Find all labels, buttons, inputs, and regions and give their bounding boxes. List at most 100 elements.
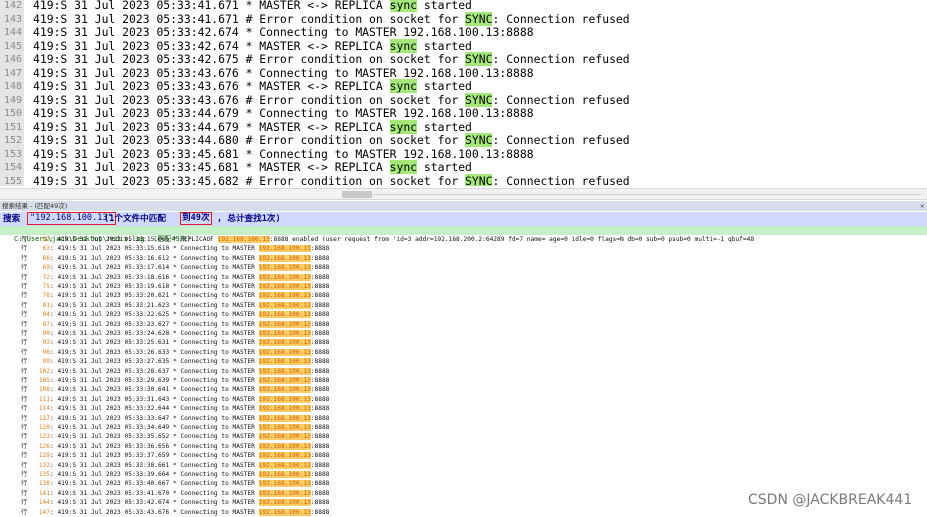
result-row[interactable]: 行 105: 419:S 31 Jul 2023 05:33:29.639 * C… — [0, 376, 927, 385]
result-row[interactable]: 行 114: 419:S 31 Jul 2023 05:33:32.644 * C… — [0, 404, 927, 413]
result-timestamp: 05:33:27.635 — [124, 358, 170, 366]
result-port: :8888 — [310, 508, 330, 516]
row-marker: 行 — [21, 499, 28, 507]
line-number: 142 — [0, 0, 24, 13]
result-row[interactable]: 行 102: 419:S 31 Jul 2023 05:33:28.637 * C… — [0, 367, 927, 376]
scrollbar-track — [373, 194, 921, 195]
result-line-number: 81 — [42, 301, 50, 309]
result-row[interactable]: 行 63: 419:S 31 Jul 2023 05:33:15.610 * Co… — [0, 244, 927, 253]
ip-highlight: 192.168.100.13 — [258, 358, 311, 366]
search-summary[interactable]: 搜索 "192.168.100.13" (1个文件中匹配 到49次 , 总计查找… — [0, 212, 927, 226]
result-port: :8888 — [310, 405, 330, 413]
result-message: * Connecting to MASTER — [169, 273, 259, 281]
result-timestamp: 05:33:34.649 — [124, 424, 170, 431]
row-marker: 行 — [21, 245, 28, 253]
result-row[interactable]: 行 126: 419:S 31 Jul 2023 05:33:36.656 * C… — [0, 442, 927, 451]
result-line-number: 78 — [42, 292, 50, 300]
result-line-number: 129 — [38, 452, 50, 460]
result-text: : 419:S 31 Jul 2023 05:33:32.644 * Conne… — [50, 404, 329, 413]
result-message: * Connecting to MASTER — [169, 320, 259, 328]
editor-line[interactable]: 153 419:S 31 Jul 2023 05:33:45.681 * Conn… — [0, 147, 927, 161]
result-row[interactable]: 行 78: 419:S 31 Jul 2023 05:33:20.621 * Co… — [0, 291, 927, 300]
row-marker: 行 — [21, 395, 28, 403]
result-timestamp: 05:33:22.625 — [124, 311, 170, 319]
result-row[interactable]: 行 93: 419:S 31 Jul 2023 05:33:25.631 * Co… — [0, 338, 927, 347]
result-text: : 419:S 31 Jul 2023 05:33:39.664 * Conne… — [50, 470, 329, 479]
result-row[interactable]: 行 147: 419:S 31 Jul 2023 05:33:43.676 * C… — [0, 508, 927, 517]
result-row[interactable]: 行 135: 419:S 31 Jul 2023 05:33:39.664 * C… — [0, 470, 927, 479]
result-row[interactable]: 行 66: 419:S 31 Jul 2023 05:33:16.612 * Co… — [0, 254, 927, 263]
result-line-number: 144 — [38, 499, 50, 507]
editor-line[interactable]: 143 419:S 31 Jul 2023 05:33:41.671 # Erro… — [0, 11, 927, 26]
result-line-number: 105 — [38, 377, 50, 384]
line-text: 419:S 31 Jul 2023 05:33:43.676 # Error c… — [33, 92, 630, 108]
result-message: * Connecting to MASTER — [169, 292, 259, 300]
scrollbar-thumb[interactable] — [342, 191, 372, 198]
result-row[interactable]: 行 87: 419:S 31 Jul 2023 05:33:23.627 * Co… — [0, 320, 927, 329]
line-text-end: started — [417, 79, 472, 93]
search-results-pane[interactable]: 搜索结果 - (匹配49次) × 搜索 "192.168.100.13" (1个… — [0, 201, 927, 517]
result-row[interactable]: 行 123: 419:S 31 Jul 2023 05:33:35.652 * C… — [0, 432, 927, 441]
line-text-start: 419:S 31 Jul 2023 05:33:41.671 * MASTER … — [33, 0, 390, 12]
row-marker: 行 — [21, 301, 28, 309]
result-file-line[interactable]: C:\Users\jack\Desktop\redis.log (匹配49次) — [0, 226, 927, 243]
editor-line[interactable]: 149 419:S 31 Jul 2023 05:33:43.676 # Erro… — [0, 92, 927, 108]
result-text: : 419:S 31 Jul 2023 05:33:29.639 * Conne… — [50, 376, 329, 385]
line-text: 419:S 31 Jul 2023 05:33:43.676 * Connect… — [33, 66, 534, 81]
editor-line[interactable]: 151 419:S 31 Jul 2023 05:33:44.679 * MAST… — [0, 119, 927, 134]
row-marker: 行 — [21, 358, 28, 366]
result-text: : 419:S 31 Jul 2023 05:33:31.643 * Conne… — [50, 395, 329, 404]
result-row[interactable]: 行 108: 419:S 31 Jul 2023 05:33:30.641 * C… — [0, 385, 927, 394]
editor-line[interactable]: 152 419:S 31 Jul 2023 05:33:44.680 # Erro… — [0, 133, 927, 148]
horizontal-scrollbar[interactable] — [0, 188, 927, 200]
result-row[interactable]: 行 72: 419:S 31 Jul 2023 05:33:18.616 * Co… — [0, 273, 927, 282]
result-row[interactable]: 行 117: 419:S 31 Jul 2023 05:33:33.647 * C… — [0, 414, 927, 423]
result-row[interactable]: 行 132: 419:S 31 Jul 2023 05:33:38.661 * C… — [0, 461, 927, 470]
row-marker: 行 — [21, 348, 28, 356]
ip-highlight: 192.168.100.13 — [258, 414, 311, 422]
editor-pane[interactable]: 142 419:S 31 Jul 2023 05:33:41.671 * MAST… — [0, 0, 927, 186]
result-text: : 419:S 31 Jul 2023 05:33:41.670 * Conne… — [50, 489, 329, 498]
result-timestamp: 05:33:24.628 — [124, 330, 170, 337]
line-text: 419:S 31 Jul 2023 05:33:45.681 * MASTER … — [33, 160, 472, 175]
row-marker: 行 — [21, 405, 28, 413]
result-line-number: 72 — [42, 273, 50, 281]
result-port: :8888 — [310, 320, 330, 328]
close-icon[interactable]: × — [920, 201, 925, 211]
editor-line[interactable]: 146 419:S 31 Jul 2023 05:33:42.675 # Erro… — [0, 52, 927, 67]
editor-line[interactable]: 145 419:S 31 Jul 2023 05:33:42.674 * MAST… — [0, 38, 927, 53]
result-row[interactable]: 行 120: 419:S 31 Jul 2023 05:33:34.649 * C… — [0, 423, 927, 432]
result-port: :8888 — [310, 471, 330, 478]
result-row[interactable]: 行 81: 419:S 31 Jul 2023 05:33:21.623 * Co… — [0, 301, 927, 310]
search-label: 搜索 — [3, 214, 21, 224]
result-prefix: : 419:S 31 Jul 2023 05:33:15.065 * REPLI… — [50, 236, 218, 243]
ip-highlight: 192.168.100.13 — [258, 480, 311, 488]
result-message: * Connecting to MASTER — [169, 330, 259, 337]
editor-line[interactable]: 144 419:S 31 Jul 2023 05:33:42.674 * Conn… — [0, 25, 927, 40]
result-row[interactable]: 行 90: 419:S 31 Jul 2023 05:33:24.628 * Co… — [0, 329, 927, 338]
result-row[interactable]: 行 84: 419:S 31 Jul 2023 05:33:22.625 * Co… — [0, 310, 927, 319]
editor-line[interactable]: 155 419:S 31 Jul 2023 05:33:45.682 # Erro… — [0, 173, 927, 186]
result-row[interactable]: 行 96: 419:S 31 Jul 2023 05:33:26.633 * Co… — [0, 348, 927, 357]
result-row[interactable]: 行 138: 419:S 31 Jul 2023 05:33:40.667 * C… — [0, 479, 927, 488]
line-text: 419:S 31 Jul 2023 05:33:45.682 # Error c… — [33, 173, 630, 186]
result-row[interactable]: 行 62: 419:S 31 Jul 2023 05:33:15.065 * RE… — [0, 235, 927, 244]
ip-highlight: 192.168.100.13 — [258, 330, 311, 337]
result-text: : 419:S 31 Jul 2023 05:33:17.614 * Conne… — [50, 263, 329, 272]
result-row[interactable]: 行 69: 419:S 31 Jul 2023 05:33:17.614 * Co… — [0, 263, 927, 272]
sync-keyword-highlight: sync — [389, 79, 418, 93]
editor-line[interactable]: 148 419:S 31 Jul 2023 05:33:43.676 * MAST… — [0, 79, 927, 94]
result-row[interactable]: 行 99: 419:S 31 Jul 2023 05:33:27.635 * Co… — [0, 357, 927, 366]
editor-line[interactable]: 150 419:S 31 Jul 2023 05:33:44.679 * Conn… — [0, 106, 927, 121]
line-text: 419:S 31 Jul 2023 05:33:43.676 * MASTER … — [33, 79, 472, 94]
search-match-count: 到49次 — [180, 212, 212, 225]
result-row[interactable]: 行 111: 419:S 31 Jul 2023 05:33:31.643 * C… — [0, 395, 927, 404]
editor-line[interactable]: 147 419:S 31 Jul 2023 05:33:43.676 * Conn… — [0, 66, 927, 81]
result-message: * Connecting to MASTER — [169, 311, 259, 319]
editor-line[interactable]: 154 419:S 31 Jul 2023 05:33:45.681 * MAST… — [0, 160, 927, 175]
result-timestamp: 05:33:15.610 — [124, 245, 170, 253]
result-row[interactable]: 行 129: 419:S 31 Jul 2023 05:33:37.659 * C… — [0, 451, 927, 460]
search-total: , 总计查找1次) — [217, 214, 281, 224]
ip-highlight: 192.168.100.13 — [258, 367, 311, 375]
result-row[interactable]: 行 75: 419:S 31 Jul 2023 05:33:19.618 * Co… — [0, 282, 927, 291]
